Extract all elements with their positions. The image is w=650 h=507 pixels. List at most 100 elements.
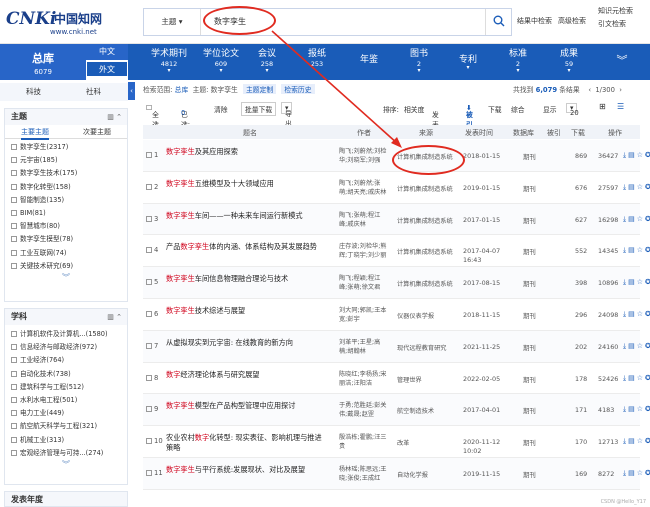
expand-more-icon[interactable]: ︾	[5, 273, 127, 285]
filter-item[interactable]: 工业经济(764)	[5, 354, 127, 367]
checkbox[interactable]	[11, 170, 17, 177]
article-downloads[interactable]: 27597	[598, 184, 618, 192]
checkbox[interactable]	[146, 406, 152, 413]
subject-define-button[interactable]: 主题定制	[242, 84, 277, 94]
article-downloads[interactable]: 8272	[598, 470, 614, 478]
checkbox[interactable]	[11, 249, 17, 256]
row-number[interactable]: 5	[146, 278, 158, 286]
quote-icon[interactable]: ✪	[645, 437, 650, 445]
crumb-scope[interactable]: 总库	[175, 86, 189, 94]
export-analysis-button[interactable]: 导出与分析 ▾	[281, 102, 293, 158]
favorite-icon[interactable]: ☆	[637, 437, 645, 445]
article-authors[interactable]: 陶飞;刘蔚然;张萌;胡天亮;戚庆林	[339, 179, 387, 197]
checkbox[interactable]	[11, 236, 17, 243]
panel-controls-icon[interactable]: ▥ ⌃	[107, 309, 122, 325]
article-source[interactable]: 计算机集成制造系统	[397, 216, 462, 225]
filter-item[interactable]: 航空航天科学与工程(321)	[5, 420, 127, 433]
article-title-link[interactable]: 产品数字孪生体的内涵、体系结构及其发展趋势	[166, 242, 326, 252]
panel-controls-icon[interactable]: ▥ ⌃	[107, 109, 122, 125]
checkbox[interactable]	[11, 370, 17, 377]
row-number[interactable]: 8	[146, 374, 158, 382]
tab-theses[interactable]: 学位论文 609 ▾	[195, 46, 247, 76]
article-cited[interactable]: 202	[575, 343, 587, 351]
checkbox[interactable]	[11, 410, 17, 417]
read-icon[interactable]: ▤	[628, 151, 637, 159]
sort-relevance[interactable]: 相关度	[404, 104, 424, 114]
select-all-checkbox[interactable]: ☐ 全选	[146, 104, 159, 129]
article-downloads[interactable]: 10896	[598, 279, 618, 287]
favorite-icon[interactable]: ☆	[637, 469, 645, 477]
filter-item[interactable]: 宏观经济管理与可持...(274)	[5, 447, 127, 460]
article-cited[interactable]: 869	[575, 152, 587, 160]
collapse-sidebar-icon[interactable]: ‹	[128, 82, 135, 100]
article-title-link[interactable]: 数字孪生与平行系统:发展现状、对比及展望	[166, 465, 326, 475]
checkbox[interactable]	[11, 344, 17, 351]
favorite-icon[interactable]: ☆	[637, 278, 645, 286]
row-number[interactable]: 4	[146, 246, 158, 254]
list-view-icon[interactable]: ☰	[617, 102, 624, 111]
filter-item[interactable]: 电力工业(449)	[5, 407, 127, 420]
article-source[interactable]: 计算机集成制造系统	[397, 184, 462, 193]
read-icon[interactable]: ▤	[628, 437, 637, 445]
row-number[interactable]: 2	[146, 183, 158, 191]
favorite-icon[interactable]: ☆	[637, 183, 645, 191]
sort-downloads[interactable]: 下载	[488, 104, 502, 114]
read-icon[interactable]: ▤	[628, 405, 637, 413]
article-title-link[interactable]: 数字孪生模型在产品构型管理中应用探讨	[166, 401, 326, 411]
prev-page-icon[interactable]: ‹	[588, 86, 591, 94]
row-number[interactable]: 7	[146, 342, 158, 350]
chinese-toggle[interactable]: 中文	[86, 44, 128, 60]
search-button[interactable]	[485, 9, 511, 35]
checkbox[interactable]	[11, 396, 17, 403]
filter-item[interactable]: 信息经济与邮政经济(972)	[5, 341, 127, 354]
checkbox[interactable]	[11, 331, 17, 337]
tab-zongku[interactable]: 总库 6079	[0, 44, 86, 80]
article-cited[interactable]: 552	[575, 247, 587, 255]
tab-books[interactable]: 图书 2 ▾	[399, 46, 439, 76]
article-source[interactable]: 自动化学报	[397, 470, 462, 479]
sort-cited[interactable]: 被引 ⬇	[466, 104, 473, 129]
row-number[interactable]: 3	[146, 215, 158, 223]
checkbox[interactable]	[146, 342, 152, 349]
article-authors[interactable]: 杨林瑶;陈思远;王晓;张俊;王成红	[339, 465, 387, 483]
checkbox[interactable]	[11, 383, 17, 390]
checkbox[interactable]	[146, 215, 152, 222]
checkbox[interactable]	[11, 449, 17, 456]
article-cited[interactable]: 169	[575, 470, 587, 478]
filter-item[interactable]: 建筑科学与工程(512)	[5, 381, 127, 394]
article-cited[interactable]: 398	[575, 279, 587, 287]
filter-item[interactable]: 数字化转型(158)	[5, 181, 127, 194]
article-downloads[interactable]: 36427	[598, 152, 618, 160]
row-number[interactable]: 6	[146, 310, 158, 318]
article-authors[interactable]: 于勇;范胜廷;彭关伟;戴晟;赵罡	[339, 401, 387, 419]
search-in-results-button[interactable]: 结果中检索	[517, 11, 552, 31]
filter-item[interactable]: 机械工业(313)	[5, 434, 127, 447]
read-icon[interactable]: ▤	[628, 278, 637, 286]
tab-secondary-subject[interactable]: 次要主题	[83, 127, 111, 137]
checkbox[interactable]	[146, 183, 152, 190]
filter-item[interactable]: 关键技术研究(69)	[5, 260, 127, 273]
article-title-link[interactable]: 数字孪生五维模型及十大领域应用	[166, 179, 326, 189]
article-authors[interactable]: 陶飞;程颖;程江峰;张萌;徐文君	[339, 274, 387, 292]
article-downloads[interactable]: 52426	[598, 375, 618, 383]
tab-standards[interactable]: 标准 2 ▾	[498, 46, 538, 76]
article-title-link[interactable]: 从虚拟现实到元宇宙: 在线教育的新方向	[166, 338, 326, 348]
favorite-icon[interactable]: ☆	[637, 246, 645, 254]
tab-patents[interactable]: 专利 ▾	[448, 52, 488, 82]
foreign-toggle[interactable]: 外文	[86, 61, 128, 77]
checkbox[interactable]	[11, 157, 17, 164]
article-authors[interactable]: 庄存波;刘检华;熊辉;丁晓宇;刘少丽	[339, 242, 387, 260]
year-filter-panel[interactable]: 发表年度	[4, 491, 128, 507]
filter-item[interactable]: 智能制造(135)	[5, 194, 127, 207]
checkbox[interactable]	[11, 196, 17, 203]
quote-icon[interactable]: ✪	[645, 405, 650, 413]
checkbox[interactable]	[146, 279, 152, 286]
tab-yearbooks[interactable]: 年鉴	[349, 52, 389, 82]
filter-item[interactable]: BIM(81)	[5, 207, 127, 220]
advanced-search-button[interactable]: 高级检索	[558, 11, 586, 31]
filter-item[interactable]: 智慧城市(80)	[5, 220, 127, 233]
clear-button[interactable]: 清除	[214, 104, 228, 114]
tab-social-science[interactable]: 社科	[86, 86, 101, 97]
cnki-logo[interactable]: CNKi 中国知网 www.cnki.net	[6, 7, 106, 37]
article-downloads[interactable]: 24160	[598, 343, 618, 351]
